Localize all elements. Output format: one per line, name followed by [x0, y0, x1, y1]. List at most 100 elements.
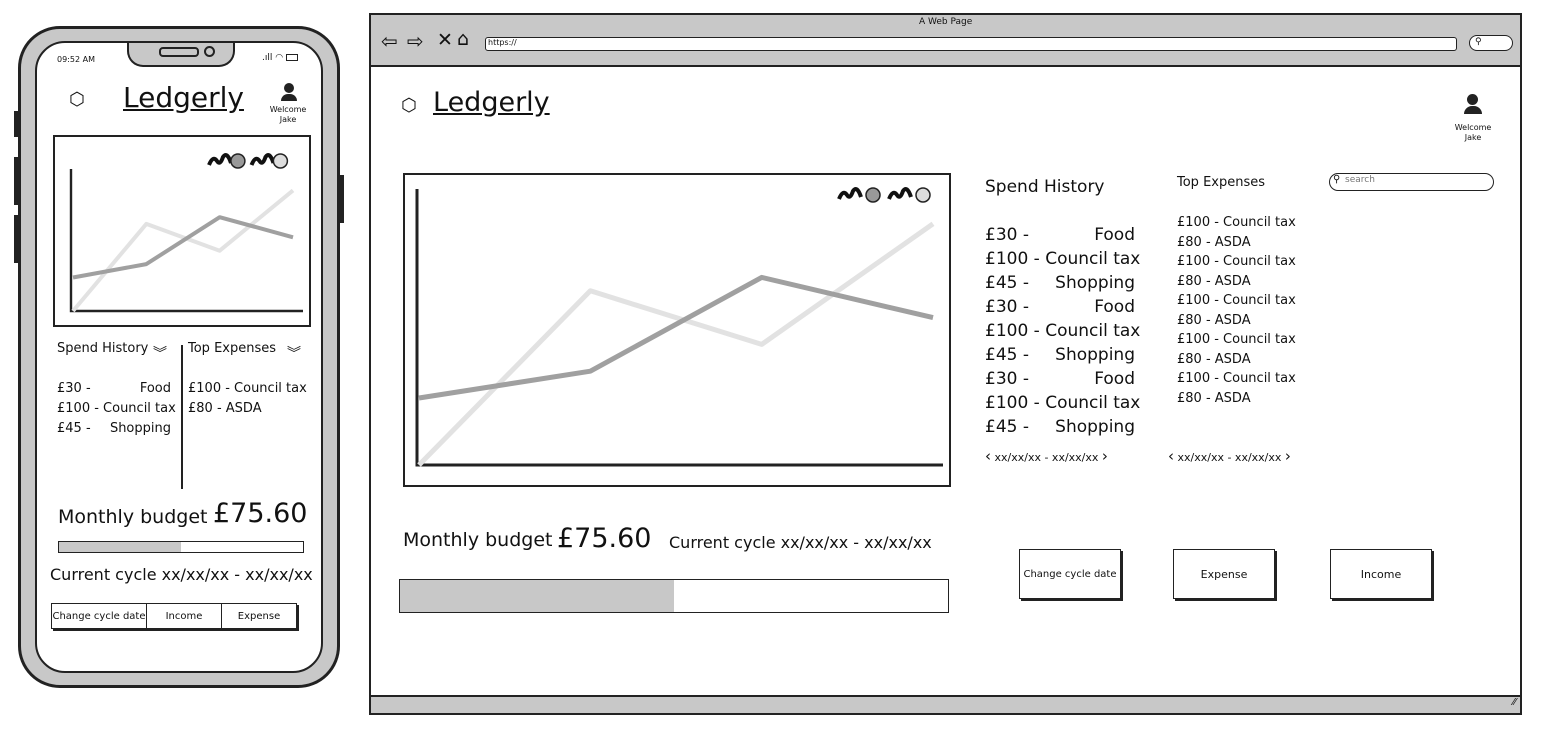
spend-history-title: Spend History — [985, 177, 1105, 197]
list-item[interactable]: £100 - Council tax — [985, 247, 1140, 271]
top-expenses-range: xx/xx/xx - xx/xx/xx — [1177, 451, 1282, 464]
list-item[interactable]: £100 - Council tax — [57, 399, 176, 419]
welcome-text: Welcome Jake — [1443, 123, 1503, 143]
list-item[interactable]: £80 - ASDA — [1177, 389, 1296, 409]
expense-button[interactable]: Expense — [222, 604, 296, 628]
welcome-label: Welcome — [1454, 123, 1492, 132]
spend-label: Food — [1094, 225, 1135, 245]
budget-progress-fill — [400, 580, 674, 612]
list-item[interactable]: £100 - Council tax — [1177, 291, 1296, 311]
list-item[interactable]: £30 - Food — [57, 379, 171, 399]
list-item[interactable]: £100 - Council tax — [1177, 213, 1296, 233]
spend-history-pager: ‹ xx/xx/xx - xx/xx/xx › — [985, 447, 1108, 465]
list-item[interactable]: £80 - ASDA — [1177, 233, 1296, 253]
legend-item-1 — [207, 153, 246, 169]
spend-amount: £45 - — [985, 345, 1029, 365]
url-bar[interactable]: https:// — [485, 37, 1457, 51]
chart-axes — [415, 189, 943, 467]
spend-amount: £100 - Council tax — [985, 249, 1141, 269]
change-cycle-date-button[interactable]: Change cycle date — [1019, 549, 1121, 599]
mobile-top-expenses-title: Top Expenses — [188, 341, 277, 356]
list-item[interactable]: £30 - Food — [985, 223, 1135, 247]
list-item[interactable]: £100 - Council tax — [188, 379, 307, 399]
spend-amount: £100 - Council tax — [985, 393, 1141, 413]
legend-label-scribble — [207, 153, 233, 166]
series-line-1 — [418, 274, 934, 401]
list-item[interactable]: £45 - Shopping — [57, 419, 171, 439]
cycle-text: Current cycle xx/xx/xx - xx/xx/xx — [669, 533, 932, 552]
income-button[interactable]: Income — [1330, 549, 1432, 599]
budget-value: £75.60 — [557, 523, 652, 554]
browser-chart-svg — [415, 187, 943, 467]
back-arrow-icon[interactable]: ⇦ — [381, 29, 398, 53]
chevron-right-icon[interactable]: › — [1285, 447, 1291, 465]
chevron-double-down-icon[interactable]: ︾ — [153, 343, 167, 363]
chevron-right-icon[interactable]: › — [1102, 447, 1108, 465]
spend-amount: £45 - — [57, 421, 91, 436]
list-item[interactable]: £30 - Food — [985, 367, 1135, 391]
list-item[interactable]: £80 - ASDA — [1177, 272, 1296, 292]
user-icon[interactable] — [1464, 94, 1482, 116]
search-input[interactable]: ⚲ search — [1329, 173, 1494, 191]
series-line-2 — [417, 221, 935, 467]
top-expenses-pager: ‹ xx/xx/xx - xx/xx/xx › — [1168, 447, 1291, 465]
spend-label: Food — [1094, 369, 1135, 389]
browser-search-button[interactable]: ⚲ — [1469, 35, 1513, 51]
status-time: 09:52 AM — [57, 55, 95, 64]
signal-icon: .ıll — [262, 53, 273, 63]
list-item[interactable]: £80 - ASDA — [1177, 311, 1296, 331]
welcome-user: Jake — [279, 115, 297, 124]
change-cycle-date-button[interactable]: Change cycle date — [52, 604, 147, 628]
wifi-icon: ◠ — [275, 53, 284, 63]
app-logo[interactable]: Ledgerly — [123, 81, 244, 114]
list-item[interactable]: £100 - Council tax — [1177, 252, 1296, 272]
legend-swatch — [915, 187, 931, 203]
app-logo[interactable]: Ledgerly — [433, 87, 550, 118]
spend-history-range: xx/xx/xx - xx/xx/xx — [994, 451, 1099, 464]
list-item[interactable]: £100 - Council tax — [1177, 330, 1296, 350]
mobile-budget-label: Monthly budget — [58, 506, 208, 528]
list-item[interactable]: £100 - Council tax — [985, 391, 1140, 415]
spend-amount: £30 - — [985, 225, 1029, 245]
search-icon: ⚲ — [1333, 174, 1341, 185]
list-item[interactable]: £100 - Council tax — [1177, 369, 1296, 389]
budget-progress — [399, 579, 949, 613]
legend-item-2 — [887, 187, 931, 203]
phone-side-button — [14, 157, 18, 205]
mobile-divider — [181, 345, 183, 489]
legend-label-scribble — [887, 187, 913, 200]
home-icon[interactable]: ⌂ — [457, 28, 469, 50]
budget-progress-fill — [59, 542, 181, 552]
list-item[interactable]: £80 - ASDA — [1177, 350, 1296, 370]
chevron-double-down-icon[interactable]: ︾ — [287, 343, 301, 363]
chevron-left-icon[interactable]: ‹ — [1168, 447, 1174, 465]
browser-status-bar: ⁄⁄ — [371, 695, 1520, 713]
spend-label: Shopping — [109, 421, 171, 436]
logo-cube-icon: ⬡ — [69, 89, 85, 110]
list-item[interactable]: £45 - Shopping — [985, 415, 1135, 439]
expense-button[interactable]: Expense — [1173, 549, 1275, 599]
user-icon[interactable] — [281, 83, 297, 103]
list-item[interactable]: £80 - ASDA — [188, 399, 307, 419]
series-line-1 — [72, 215, 294, 280]
series-line-2 — [71, 188, 295, 313]
forward-arrow-icon[interactable]: ⇨ — [407, 29, 424, 53]
logo-cube-icon: ⬡ — [401, 95, 417, 116]
list-item[interactable]: £100 - Council tax — [985, 319, 1140, 343]
mobile-spend-history-title: Spend History — [57, 341, 149, 356]
phone-screen: 09:52 AM .ıll ◠ ⬡ Ledgerly Welcome Jake … — [35, 41, 323, 673]
spend-amount: £45 - — [985, 273, 1029, 293]
close-icon[interactable]: ✕ — [437, 29, 453, 51]
phone-side-button — [340, 175, 344, 223]
list-item[interactable]: £30 - Food — [985, 295, 1135, 319]
top-expenses-list: £100 - Council tax £80 - ASDA £100 - Counc… — [1177, 213, 1296, 408]
income-button[interactable]: Income — [147, 604, 222, 628]
welcome-label: Welcome — [269, 105, 307, 114]
legend-swatch — [865, 187, 881, 203]
resize-grip-icon[interactable]: ⁄⁄ — [1513, 697, 1516, 708]
chevron-left-icon[interactable]: ‹ — [985, 447, 991, 465]
list-item[interactable]: £45 - Shopping — [985, 271, 1135, 295]
spend-label: Shopping — [1055, 345, 1135, 365]
mobile-chart — [53, 135, 311, 327]
list-item[interactable]: £45 - Shopping — [985, 343, 1135, 367]
